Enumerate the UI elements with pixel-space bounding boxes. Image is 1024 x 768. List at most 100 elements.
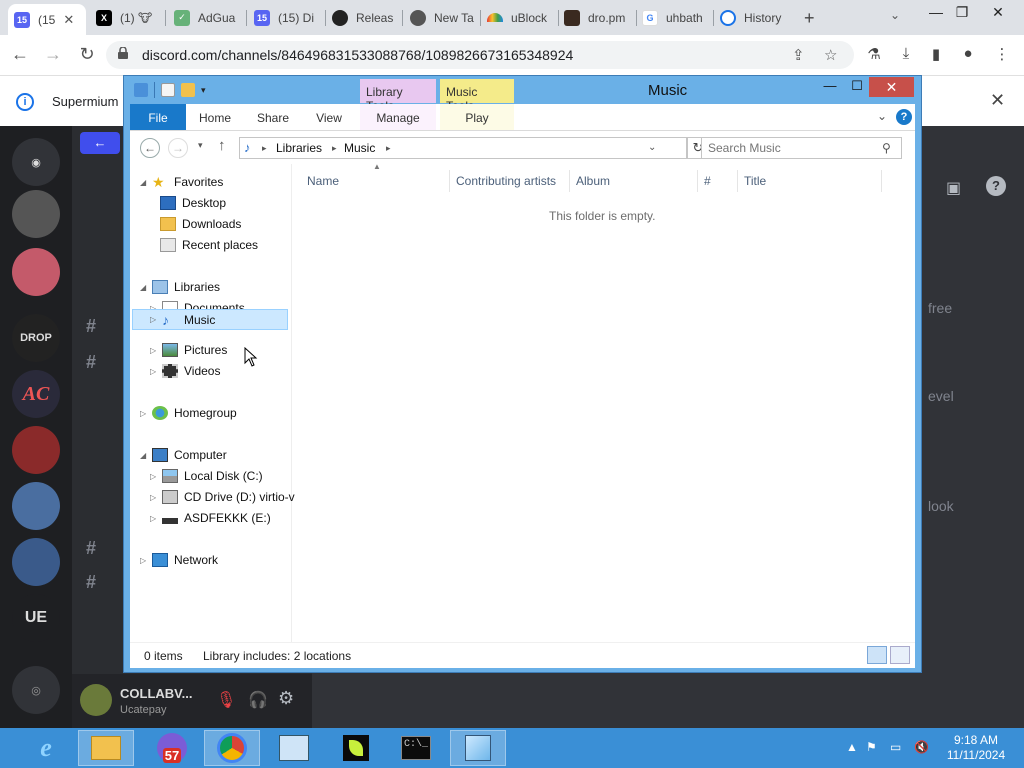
- chrome-icon[interactable]: [204, 730, 260, 766]
- maximize-icon[interactable]: ☐: [843, 78, 871, 94]
- minimize-icon[interactable]: —: [816, 78, 844, 93]
- nav-downloads[interactable]: Downloads: [160, 214, 241, 234]
- nav-cd-drive[interactable]: ▷ CD Drive (D:) virtio-v: [150, 487, 295, 507]
- info-bar-close-icon[interactable]: ✕: [990, 90, 1005, 111]
- recent-locations-chevron-icon[interactable]: ▾: [198, 140, 203, 151]
- show-hidden-icons-chevron-icon[interactable]: ▲: [846, 740, 858, 754]
- tab-adguard[interactable]: ✓ AdGua: [168, 4, 244, 31]
- server-ac[interactable]: AC: [12, 370, 60, 418]
- qat-dropdown-icon[interactable]: ▾: [201, 85, 206, 96]
- nav-pictures[interactable]: ▷ Pictures: [150, 340, 227, 360]
- headphones-icon[interactable]: 🎧: [248, 690, 268, 710]
- server-drop[interactable]: DROP: [12, 314, 60, 362]
- nav-computer[interactable]: ◢ Computer: [140, 445, 227, 465]
- nav-recent-places[interactable]: Recent places: [160, 235, 258, 255]
- expanded-arrow-icon[interactable]: ◢: [140, 178, 150, 187]
- tab-manage[interactable]: Manage: [360, 104, 436, 130]
- command-prompt-icon[interactable]: C:\_: [388, 730, 444, 766]
- nav-music[interactable]: ▷ ♪ Music: [132, 309, 288, 330]
- properties-icon[interactable]: [161, 83, 175, 97]
- back-arrow-icon[interactable]: ←: [9, 44, 31, 65]
- breadcrumb-libraries[interactable]: Libraries: [276, 141, 322, 155]
- help-icon[interactable]: ?: [986, 176, 1006, 196]
- nav-libraries[interactable]: ◢ Libraries: [140, 277, 220, 297]
- nav-network[interactable]: ▷ Network: [140, 550, 218, 570]
- chromium-app-icon[interactable]: 57: [144, 730, 200, 766]
- forward-arrow-icon[interactable]: →: [168, 138, 188, 158]
- collapsed-arrow-icon[interactable]: ▷: [150, 367, 160, 376]
- tab-file[interactable]: File: [130, 104, 186, 130]
- collapsed-arrow-icon[interactable]: ▷: [140, 556, 150, 565]
- column-title[interactable]: Title: [744, 174, 766, 188]
- address-bar[interactable]: discord.com/channels/846496831533088768/…: [106, 41, 854, 69]
- collapsed-arrow-icon[interactable]: ▷: [150, 514, 160, 523]
- settings-gear-icon[interactable]: ⚙: [278, 688, 294, 709]
- column-name[interactable]: Name: [307, 174, 339, 188]
- nav-drive-e[interactable]: ▷ ASDFEKKK (E:): [150, 508, 271, 528]
- nav-videos[interactable]: ▷ Videos: [150, 361, 220, 381]
- file-explorer-icon[interactable]: [78, 730, 134, 766]
- nav-local-disk[interactable]: ▷ Local Disk (C:): [150, 466, 263, 486]
- action-center-flag-icon[interactable]: ⚑: [866, 740, 877, 754]
- nav-desktop[interactable]: Desktop: [160, 193, 226, 213]
- tab-home[interactable]: Home: [188, 104, 242, 130]
- system-clock[interactable]: 9:18 AM 11/11/2024: [940, 733, 1012, 763]
- network-tray-icon[interactable]: ▭: [890, 740, 901, 754]
- tab-ublock[interactable]: uBlock: [481, 4, 557, 31]
- close-icon[interactable]: ✕: [869, 77, 914, 97]
- inbox-icon[interactable]: ▣: [946, 178, 961, 198]
- avatar[interactable]: [80, 684, 112, 716]
- tab-newtab[interactable]: New Ta: [404, 4, 478, 31]
- tab-google[interactable]: G uhbath: [636, 4, 712, 31]
- nav-favorites[interactable]: ◢ ★ Favorites: [140, 172, 223, 192]
- server-icon[interactable]: [12, 248, 60, 296]
- new-tab-plus-icon[interactable]: +: [804, 8, 815, 29]
- expanded-arrow-icon[interactable]: ◢: [140, 451, 150, 460]
- tab-view[interactable]: View: [302, 104, 356, 130]
- tab-share[interactable]: Share: [246, 104, 300, 130]
- back-arrow-icon[interactable]: ←: [140, 138, 160, 158]
- tab-play[interactable]: Play: [440, 104, 514, 130]
- cloud-server-icon[interactable]: [12, 538, 60, 586]
- details-view-icon[interactable]: [867, 646, 887, 664]
- close-icon[interactable]: ✕: [63, 12, 74, 28]
- internet-explorer-icon[interactable]: e: [18, 730, 74, 766]
- side-panel-icon[interactable]: ▮: [926, 45, 946, 63]
- address-bar[interactable]: ♪ ▸ Libraries ▸ Music ▸ ⌄: [239, 137, 687, 159]
- download-icon[interactable]: ⤓: [896, 45, 916, 62]
- collapsed-arrow-icon[interactable]: ▷: [150, 472, 160, 481]
- tab-discord-2[interactable]: 15 (15) Di: [248, 4, 324, 31]
- server-icon[interactable]: [12, 426, 60, 474]
- leaf-app-icon[interactable]: [328, 730, 384, 766]
- collapsed-arrow-icon[interactable]: ▷: [150, 346, 160, 355]
- tab-search-chevron-icon[interactable]: ⌄: [890, 8, 900, 22]
- new-folder-icon[interactable]: [181, 83, 195, 97]
- menu-kebab-icon[interactable]: ⋮: [992, 45, 1012, 63]
- explore-icon[interactable]: ◎: [12, 666, 60, 714]
- control-panel-icon[interactable]: [266, 730, 322, 766]
- column-contributing-artists[interactable]: Contributing artists: [456, 174, 556, 188]
- profile-avatar-icon[interactable]: ●: [958, 45, 978, 62]
- column-album[interactable]: Album: [576, 174, 610, 188]
- server-icon[interactable]: [12, 190, 60, 238]
- ribbon-expand-chevron-icon[interactable]: ⌄: [877, 109, 887, 123]
- tab-dropm[interactable]: dro.pm: [558, 4, 634, 31]
- server-ue[interactable]: UE: [12, 594, 60, 642]
- server-icon[interactable]: [12, 482, 60, 530]
- share-icon[interactable]: ⇪: [792, 46, 805, 64]
- extension-icon[interactable]: ⚗: [864, 45, 884, 63]
- search-input[interactable]: [708, 140, 878, 156]
- collapsed-arrow-icon[interactable]: ▷: [150, 315, 160, 324]
- column-track-number[interactable]: #: [704, 174, 711, 188]
- back-button[interactable]: ←: [80, 132, 120, 154]
- help-icon[interactable]: ?: [896, 109, 912, 125]
- tab-x[interactable]: X (1) 🐮: [90, 4, 162, 31]
- forward-arrow-icon[interactable]: →: [42, 44, 64, 65]
- minimize-icon[interactable]: —: [926, 4, 946, 20]
- up-arrow-icon[interactable]: ↑: [218, 137, 226, 154]
- volume-muted-icon[interactable]: 🔇: [914, 740, 929, 754]
- discord-home-icon[interactable]: ◉: [12, 138, 60, 186]
- large-icons-view-icon[interactable]: [890, 646, 910, 664]
- tab-discord-active[interactable]: 15 (15 ✕: [8, 4, 86, 35]
- address-dropdown-icon[interactable]: ⌄: [648, 142, 656, 153]
